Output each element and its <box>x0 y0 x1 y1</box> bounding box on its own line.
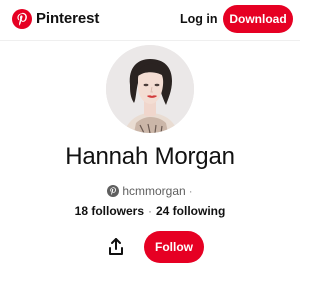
follow-button[interactable]: Follow <box>144 231 204 263</box>
login-button[interactable]: Log in <box>172 6 226 32</box>
avatar <box>106 45 194 133</box>
top-header: Pinterest Log in Download <box>0 0 300 40</box>
following-count[interactable]: 24 following <box>156 204 225 218</box>
profile-name: Hannah Morgan <box>65 143 235 170</box>
download-button[interactable]: Download <box>223 5 293 33</box>
handle-separator: · <box>188 184 193 198</box>
followers-count[interactable]: 18 followers <box>75 204 144 218</box>
share-icon[interactable] <box>106 237 126 257</box>
pinterest-logo-icon[interactable] <box>12 9 32 29</box>
stats-separator: · <box>148 204 152 218</box>
profile-handle: hcmmorgan <box>122 184 186 198</box>
header-divider <box>0 40 300 41</box>
pinterest-badge-icon <box>107 185 120 197</box>
avatar-photo <box>106 45 194 133</box>
handle-row: hcmmorgan · <box>0 183 300 199</box>
brand-name[interactable]: Pinterest <box>36 9 99 29</box>
follow-stats: 18 followers · 24 following <box>0 203 300 219</box>
